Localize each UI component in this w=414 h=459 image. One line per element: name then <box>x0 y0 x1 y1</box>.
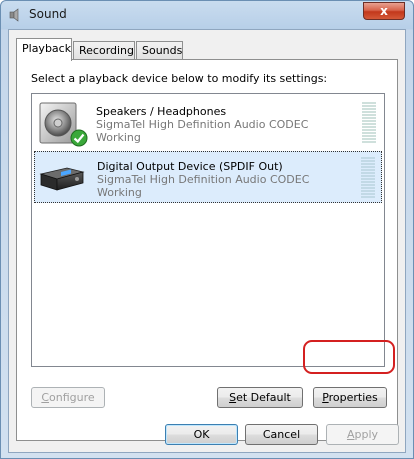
speaker-title-icon <box>9 8 19 22</box>
close-icon: x <box>380 4 388 18</box>
digital-output-icon <box>39 167 85 191</box>
title-bar[interactable]: Sound x <box>1 1 413 29</box>
device-name: Digital Output Device (SPDIF Out) <box>97 160 283 173</box>
device-status: Working <box>96 131 141 144</box>
apply-accel: A <box>346 428 355 441</box>
tab-recording[interactable]: Recording <box>73 41 135 60</box>
tab-sounds-label: Sounds <box>142 44 183 57</box>
configure-label: onfigure <box>49 391 95 404</box>
cancel-label: Cancel <box>262 428 301 441</box>
device-driver: SigmaTel High Definition Audio CODEC <box>97 173 310 186</box>
device-name: Speakers / Headphones <box>96 105 227 118</box>
dialog-client-area: Playback Recording Sounds Select a playb… <box>8 29 406 453</box>
check-icon <box>70 129 88 147</box>
device-status: Working <box>97 186 142 199</box>
volume-meter <box>362 102 376 144</box>
tab-playback[interactable]: Playback <box>16 38 72 61</box>
set-default-label: et Default <box>236 391 291 404</box>
close-button[interactable]: x <box>363 2 405 20</box>
sound-dialog-window: Sound x Playback Recording Sounds Select… <box>0 0 414 459</box>
ok-label: OK <box>193 428 210 441</box>
device-item-spdif[interactable]: Digital Output Device (SPDIF Out) SigmaT… <box>34 151 382 203</box>
cancel-button[interactable]: Cancel <box>245 424 318 445</box>
properties-label: roperties <box>328 391 378 404</box>
playback-panel: Select a playback device below to modify… <box>16 59 398 441</box>
device-driver: SigmaTel High Definition Audio CODEC <box>96 118 309 131</box>
window-title: Sound <box>29 7 67 21</box>
tab-playback-label: Playback <box>22 42 72 55</box>
properties-highlight-ring <box>303 340 395 374</box>
instruction-text: Select a playback device below to modify… <box>31 72 328 85</box>
tab-sounds[interactable]: Sounds <box>136 41 183 60</box>
properties-button[interactable]: Properties <box>313 387 387 408</box>
apply-label: pply <box>354 428 379 441</box>
apply-button[interactable]: Apply <box>326 424 399 445</box>
configure-button[interactable]: Configure <box>31 387 105 408</box>
ok-button[interactable]: OK <box>165 424 238 445</box>
volume-meter <box>361 157 375 199</box>
set-default-button[interactable]: Set Default <box>217 387 303 408</box>
device-list[interactable]: Speakers / Headphones SigmaTel High Defi… <box>31 93 385 367</box>
configure-accel: C <box>41 391 50 404</box>
tab-recording-label: Recording <box>79 44 135 57</box>
device-item-speakers[interactable]: Speakers / Headphones SigmaTel High Defi… <box>34 97 382 149</box>
